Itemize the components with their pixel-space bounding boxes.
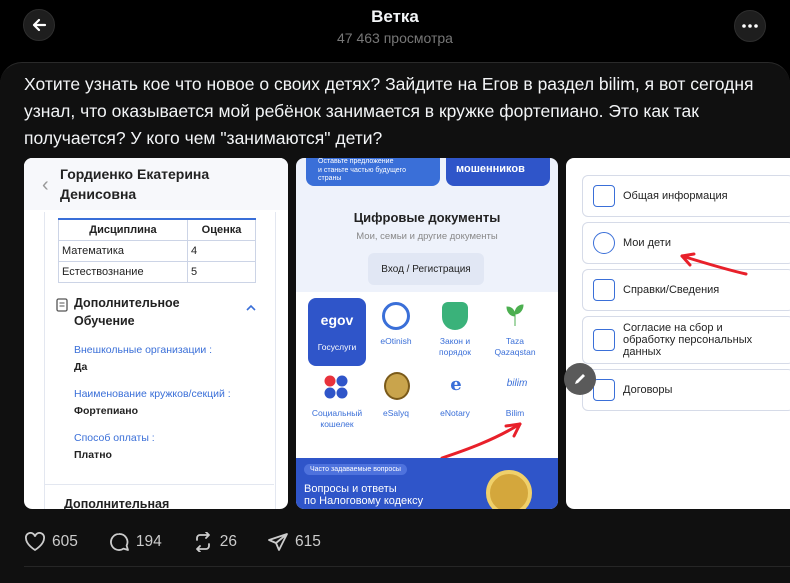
shield-icon	[442, 302, 468, 330]
field-label: Наименование кружков/секций :	[74, 388, 231, 400]
attachment-image-1[interactable]: ‹ Гордиенко Екатерина Денисовна Дисципли…	[24, 158, 288, 509]
red-arrow-icon	[680, 252, 748, 276]
contract-icon	[593, 379, 615, 401]
promo-card-left: Оставьте предложение и станьте частью бу…	[306, 158, 440, 186]
attachment-image-2[interactable]: Оставьте предложение и станьте частью бу…	[296, 158, 558, 509]
divider	[24, 566, 790, 567]
heart-icon	[25, 532, 45, 552]
field-label: Внешкольные организации :	[74, 344, 213, 356]
app-label[interactable]: Taza Qazaqstan	[486, 336, 544, 358]
field-value: Платно	[74, 449, 112, 461]
app-label[interactable]: Социальный кошелек	[308, 408, 366, 430]
chevron-left-icon: ‹	[42, 174, 49, 196]
divider	[44, 484, 274, 485]
faq-title-line1: Вопросы и ответы	[304, 483, 397, 495]
menu-item-label: Справки/Сведения	[623, 284, 720, 296]
menu-item-label: Общая информация	[623, 190, 728, 202]
post-text: Хотите узнать кое что новое о своих детя…	[24, 74, 754, 148]
egov-logo: egov	[320, 312, 354, 328]
menu-item-label: Согласие на сбор и обработку персональны…	[623, 322, 753, 358]
faq-banner[interactable]: Часто задаваемые вопросы Вопросы и ответ…	[296, 458, 558, 509]
repost-icon	[195, 532, 210, 552]
table-header: Оценка	[186, 218, 257, 241]
app-label[interactable]: eOtinish	[367, 336, 425, 347]
app-tile-egov[interactable]: egov Госуслуги	[308, 298, 366, 366]
send-icon	[268, 533, 288, 551]
table-cell: Естествознание	[58, 261, 188, 283]
menu-item-label: Мои дети	[623, 237, 671, 249]
section-title-line1: Дополнительное	[74, 296, 180, 310]
comment-icon	[110, 533, 129, 551]
app-label: Госуслуги	[317, 342, 357, 352]
field-label: Способ оплаты :	[74, 432, 155, 444]
share-button[interactable]: 615	[267, 529, 321, 555]
promo-text: и станьте частью будущего	[318, 166, 406, 174]
table-cell: 5	[186, 261, 257, 283]
section-title: Дополнительная	[64, 497, 170, 509]
post-actions: 605 194 26 615	[24, 529, 351, 555]
reply-button[interactable]: 194	[108, 529, 162, 555]
wallet-icon	[323, 374, 349, 400]
menu-item-consent[interactable]: Согласие на сбор и обработку персональны…	[582, 316, 790, 364]
student-name: Гордиенко Екатерина Денисовна	[60, 164, 209, 204]
page-title: Ветка	[371, 7, 419, 26]
section-subtitle: Мои, семьи и другие документы	[356, 231, 498, 242]
document-icon	[56, 298, 68, 312]
app-label[interactable]: eSalyq	[367, 408, 425, 419]
pencil-icon	[575, 374, 585, 384]
faq-title-line2: по Налоговому кодексу	[304, 495, 424, 507]
student-name-line2: Денисовна	[60, 186, 137, 202]
field-value: Фортепиано	[74, 405, 139, 417]
info-icon	[593, 185, 615, 207]
menu-item-contracts[interactable]: Договоры	[582, 369, 790, 411]
bilim-icon: bilim	[506, 378, 528, 389]
reply-count: 194	[135, 533, 162, 550]
table-header: Дисциплина	[58, 218, 188, 241]
more-button[interactable]	[734, 10, 766, 42]
promo-cards: Оставьте предложение и станьте частью бу…	[296, 158, 558, 192]
medal-icon	[486, 470, 532, 509]
profile-header: ‹ Гордиенко Екатерина Денисовна	[24, 158, 288, 210]
student-name-line1: Гордиенко Екатерина	[60, 166, 210, 182]
section-title-line2: Обучение	[74, 314, 135, 328]
menu-item-label: Договоры	[623, 384, 673, 396]
faq-title: Вопросы и ответы по Налоговому кодексу	[304, 483, 423, 507]
section-title: Дополнительное Обучение	[74, 294, 180, 330]
consent-icon	[593, 329, 615, 351]
like-count: 605	[52, 533, 78, 550]
apps-grid: egov Госуслуги eOtinish Закон и порядок …	[296, 292, 558, 460]
promo-text: Оставьте предложение	[318, 158, 394, 165]
table-cell: 4	[186, 240, 257, 262]
post-card: Хотите узнать кое что новое о своих детя…	[0, 62, 790, 583]
faq-badge: Часто задаваемые вопросы	[304, 464, 407, 475]
grades-table: Дисциплина Оценка Математика 4 Естествоз…	[58, 218, 257, 283]
eotinish-icon	[382, 302, 410, 330]
document-icon	[593, 279, 615, 301]
leaf-icon	[504, 302, 526, 328]
repost-count: 26	[219, 533, 237, 550]
like-button[interactable]: 605	[24, 529, 78, 555]
repost-button[interactable]: 26	[192, 529, 237, 555]
table-row: Математика 4	[58, 240, 257, 262]
esalyq-emblem-icon	[384, 372, 410, 400]
table-cell: Математика	[58, 240, 188, 262]
top-bar: Ветка 47 463 просмотра	[0, 0, 790, 62]
children-icon	[593, 232, 615, 254]
section-title: Цифровые документы	[353, 210, 501, 225]
menu-item-general-info[interactable]: Общая информация	[582, 175, 790, 217]
chevron-up-icon	[246, 304, 256, 311]
table-row: Естествознание 5	[58, 261, 257, 283]
views-count: 47 463 просмотра	[337, 30, 453, 46]
field-value: Да	[74, 361, 88, 373]
promo-text: страны	[318, 175, 342, 182]
app-label[interactable]: Закон и порядок	[426, 336, 484, 358]
login-button[interactable]: Вход / Регистрация	[368, 253, 484, 285]
red-arrow-icon	[440, 422, 522, 460]
edit-button[interactable]	[564, 363, 596, 395]
attachment-image-3[interactable]: Общая информация Мои дети Справки/Сведен…	[566, 158, 790, 509]
promo-card-right: мошенников	[446, 158, 550, 186]
more-icon	[742, 24, 758, 28]
share-count: 615	[295, 533, 321, 550]
enotary-icon: e	[450, 374, 462, 395]
